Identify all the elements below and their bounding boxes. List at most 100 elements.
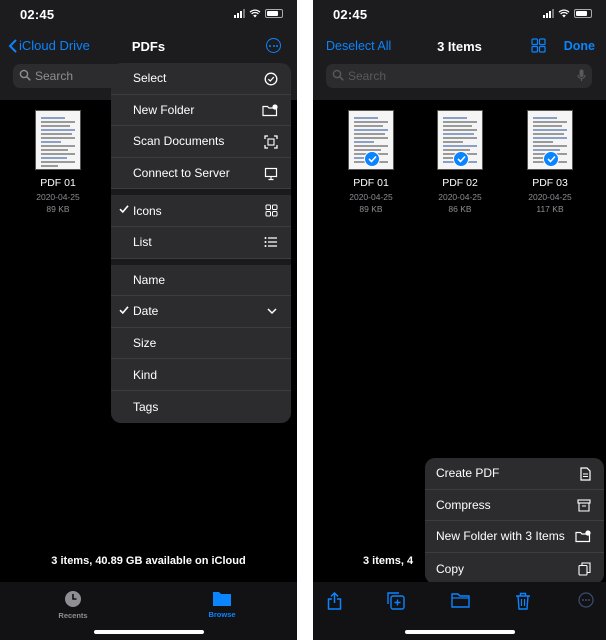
file-size: 89 KB <box>46 204 70 214</box>
file-item-selected[interactable]: PDF 03 2020-04-25 117 KB <box>510 110 590 214</box>
menu-item-connect-to-server[interactable]: Connect to Server <box>111 158 291 190</box>
scan-icon <box>264 135 278 149</box>
file-name: PDF 02 <box>442 177 478 189</box>
status-icons <box>543 9 592 18</box>
menu-item-label: Date <box>133 304 159 319</box>
selected-checkmark-icon <box>453 151 469 167</box>
menu-item-sort-kind[interactable]: Kind <box>111 359 291 391</box>
select-circle-icon <box>264 72 278 86</box>
list-icon <box>264 236 277 247</box>
menu-item-new-folder-with-items[interactable]: New Folder with 3 Items <box>425 521 604 553</box>
view-options-menu: Select New Folder Scan Documents Connect… <box>111 63 291 423</box>
menu-item-label: Size <box>133 336 157 351</box>
checkmark-icon <box>119 205 129 214</box>
battery-icon <box>574 9 592 18</box>
home-indicator <box>404 630 515 634</box>
archive-box-icon <box>577 499 591 512</box>
menu-item-sort-name[interactable]: Name <box>111 265 291 297</box>
duplicate-icon[interactable] <box>387 592 405 610</box>
pdf-thumbnail <box>527 110 573 170</box>
menu-item-sort-date[interactable]: Date <box>111 296 291 328</box>
home-indicator <box>93 630 204 634</box>
new-folder-icon <box>575 530 591 543</box>
pdf-thumbnail <box>35 110 81 170</box>
cellular-signal-icon <box>234 9 245 18</box>
search-placeholder: Search <box>35 69 74 83</box>
menu-item-label: Kind <box>133 367 158 382</box>
menu-item-sort-tags[interactable]: Tags <box>111 391 291 423</box>
menu-item-copy[interactable]: Copy <box>425 553 604 585</box>
copy-icon <box>578 562 591 576</box>
file-size: 86 KB <box>448 204 472 214</box>
actions-menu: Create PDF Compress New Folder with 3 It… <box>425 458 604 585</box>
file-item[interactable]: PDF 01 2020-04-25 89 KB <box>18 110 98 214</box>
folder-icon[interactable] <box>451 592 470 608</box>
file-date: 2020-04-25 <box>349 192 393 202</box>
menu-item-label: Create PDF <box>436 466 500 481</box>
search-icon <box>332 69 344 81</box>
page-title: 3 Items <box>437 39 482 54</box>
share-icon[interactable] <box>327 592 342 610</box>
menu-item-label: Select <box>133 71 167 86</box>
menu-item-label: Name <box>133 272 166 287</box>
storage-status: 3 items, 4 <box>363 555 414 567</box>
menu-item-sort-size[interactable]: Size <box>111 328 291 360</box>
wifi-icon <box>249 9 261 18</box>
tab-browse[interactable]: Browse <box>192 590 252 619</box>
menu-item-label: Tags <box>133 399 159 414</box>
navigation-header: 02:45 Deselect All 3 Items Done Search <box>313 0 606 100</box>
done-button[interactable]: Done <box>564 39 595 53</box>
monitor-icon <box>264 167 278 180</box>
search-icon <box>19 69 31 81</box>
pdf-thumbnail <box>437 110 483 170</box>
tab-bar: Recents Browse <box>0 582 297 640</box>
tab-label: Browse <box>208 610 236 619</box>
wifi-icon <box>558 9 570 18</box>
page-title: PDFs <box>131 39 166 54</box>
grid-view-icon[interactable] <box>531 38 546 53</box>
menu-item-label: List <box>133 235 152 250</box>
more-options-button[interactable] <box>266 38 281 53</box>
menu-item-select[interactable]: Select <box>111 63 291 95</box>
storage-status: 3 items, 40.89 GB available on iCloud <box>51 555 246 567</box>
selected-checkmark-icon <box>364 151 380 167</box>
file-size: 89 KB <box>359 204 383 214</box>
pdf-thumbnail <box>348 110 394 170</box>
file-item-selected[interactable]: PDF 01 2020-04-25 89 KB <box>331 110 411 214</box>
new-folder-icon <box>262 103 278 116</box>
status-icons <box>234 9 283 18</box>
menu-item-create-pdf[interactable]: Create PDF <box>425 458 604 490</box>
trash-icon[interactable] <box>515 592 531 610</box>
status-time: 02:45 <box>333 7 368 22</box>
file-name: PDF 01 <box>353 177 389 189</box>
microphone-icon <box>577 69 586 81</box>
menu-item-label: Scan Documents <box>133 134 225 149</box>
search-field[interactable]: Search <box>326 64 592 88</box>
menu-item-icons[interactable]: Icons <box>111 195 291 227</box>
menu-item-compress[interactable]: Compress <box>425 490 604 522</box>
checkmark-icon <box>119 306 129 315</box>
folder-icon <box>213 592 231 606</box>
file-name: PDF 01 <box>40 177 76 189</box>
menu-item-label: Compress <box>436 497 491 512</box>
menu-item-label: New Folder with 3 Items <box>436 529 565 544</box>
file-date: 2020-04-25 <box>438 192 482 202</box>
file-item-selected[interactable]: PDF 02 2020-04-25 86 KB <box>420 110 500 214</box>
file-date: 2020-04-25 <box>528 192 572 202</box>
menu-item-scan-documents[interactable]: Scan Documents <box>111 126 291 158</box>
more-icon[interactable] <box>578 592 594 608</box>
menu-item-list[interactable]: List <box>111 227 291 259</box>
file-date: 2020-04-25 <box>36 192 80 202</box>
bottom-toolbar <box>313 582 606 640</box>
document-icon <box>580 467 591 481</box>
left-screen: 02:45 iCloud Drive PDFs Search PDF 01 20… <box>0 0 297 640</box>
menu-item-label: Connect to Server <box>133 166 230 181</box>
battery-icon <box>265 9 283 18</box>
tab-recents[interactable]: Recents <box>43 590 103 620</box>
menu-item-label: New Folder <box>133 102 195 117</box>
menu-item-label: Copy <box>436 561 465 576</box>
menu-item-label: Icons <box>133 203 162 218</box>
cellular-signal-icon <box>543 9 554 18</box>
menu-item-new-folder[interactable]: New Folder <box>111 95 291 127</box>
right-screen: 02:45 Deselect All 3 Items Done Search P… <box>313 0 606 640</box>
